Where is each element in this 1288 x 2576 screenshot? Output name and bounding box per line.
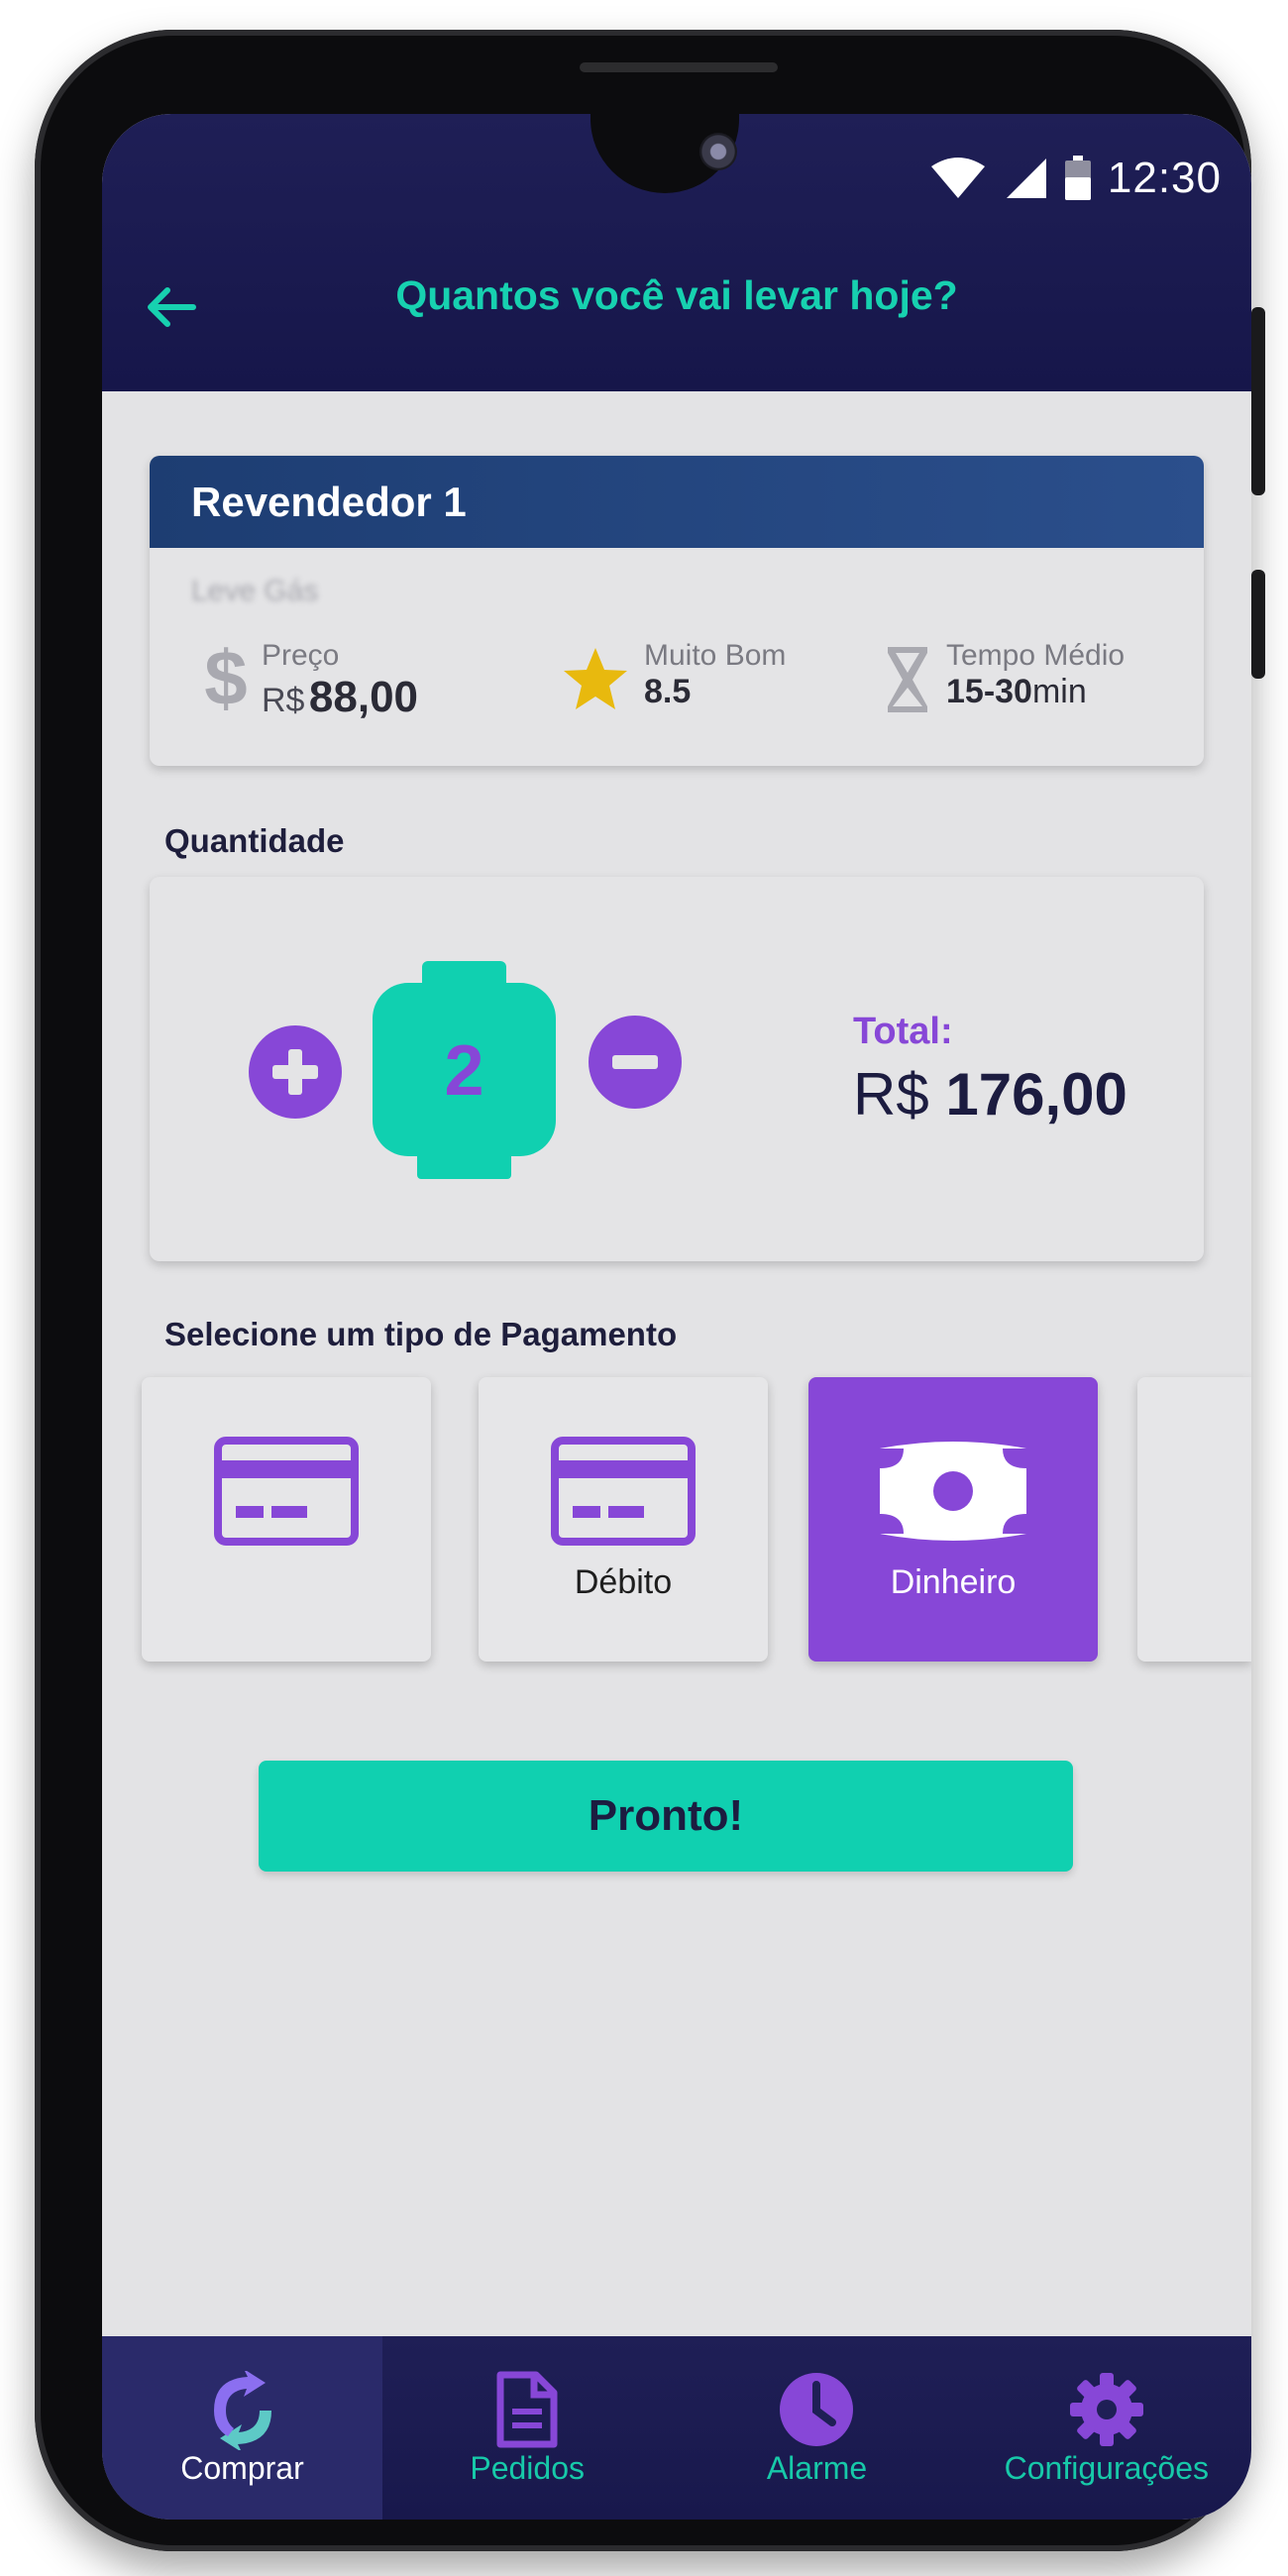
phone-frame: 12:30 Quantos você vai levar hoje? Reven… <box>35 30 1265 2551</box>
rating-label: Muito Bom <box>644 639 787 672</box>
payment-option-more[interactable] <box>1137 1377 1251 1662</box>
payment-option-cash[interactable]: Dinheiro <box>808 1377 1098 1662</box>
decrease-button[interactable] <box>589 1016 682 1109</box>
document-icon <box>496 2371 558 2448</box>
battery-icon <box>1064 156 1091 200</box>
screen: 12:30 Quantos você vai levar hoje? Reven… <box>102 114 1251 2520</box>
payment-section-label: Selecione um tipo de Pagamento <box>164 1316 678 1352</box>
status-time: 12:30 <box>1107 154 1222 202</box>
price-label: Preço <box>262 639 340 672</box>
time-label: Tempo Médio <box>946 639 1126 672</box>
quantity-value: 2 <box>444 1031 484 1111</box>
payment-option-label: Dinheiro <box>890 1563 1017 1601</box>
cash-icon <box>880 1442 1026 1541</box>
plus-icon <box>272 1049 318 1095</box>
wifi-icon <box>930 158 985 198</box>
done-button[interactable]: Pronto! <box>259 1761 1073 1872</box>
gear-icon <box>1069 2373 1143 2446</box>
status-bar: 12:30 <box>929 154 1222 203</box>
time-value: 15-30 <box>946 673 1032 710</box>
quantity-section-label: Quantidade <box>164 822 345 859</box>
clock-icon <box>780 2373 854 2446</box>
rating-info: Muito Bom 8.5 <box>561 639 786 714</box>
nav-label: Alarme <box>766 2450 868 2486</box>
swap-icon <box>213 2371 271 2450</box>
app-bar: 12:30 Quantos você vai levar hoje? <box>102 114 1251 391</box>
total-label: Total: <box>853 1011 953 1052</box>
nav-item-configuracoes[interactable]: Configurações <box>962 2336 1251 2520</box>
nav-label: Configurações <box>1004 2450 1209 2486</box>
nav-label: Comprar <box>180 2450 304 2486</box>
bottom-navigation: Comprar Pedidos Alarme Configurações <box>102 2336 1251 2520</box>
volume-button <box>1251 307 1265 495</box>
payment-option-label: Débito <box>574 1563 673 1601</box>
nav-item-comprar[interactable]: Comprar <box>102 2336 382 2520</box>
time-unit: min <box>1031 673 1087 710</box>
increase-button[interactable] <box>249 1025 342 1119</box>
quantity-card: 2 Total: R$ 176,00 <box>150 877 1204 1261</box>
nav-item-alarme[interactable]: Alarme <box>672 2336 961 2520</box>
nav-label: Pedidos <box>470 2450 585 2486</box>
page-title: Quantos você vai levar hoje? <box>395 272 958 318</box>
debit-card-icon <box>551 1437 696 1546</box>
reseller-name: Revendedor 1 <box>150 456 1204 548</box>
price-info: $ Preço R$ 88,00 <box>204 639 418 722</box>
power-button <box>1251 570 1265 679</box>
payment-option-debit[interactable]: Débito <box>479 1377 768 1662</box>
signal-icon <box>1006 159 1046 198</box>
star-icon <box>564 648 627 709</box>
payment-option-credit[interactable] <box>142 1377 431 1662</box>
total-value: 176,00 <box>945 1061 1127 1127</box>
total-currency: R$ <box>853 1061 929 1127</box>
price-currency: R$ <box>262 682 305 719</box>
reseller-card[interactable]: Revendedor 1 Leve Gás $ Preço R$ 88,00 M… <box>150 456 1204 766</box>
total-amount: R$ 176,00 <box>853 1060 1127 1128</box>
gas-cylinder: 2 <box>373 961 556 1179</box>
rating-value: 8.5 <box>644 673 692 710</box>
speaker-grille <box>580 62 778 72</box>
minus-icon <box>612 1055 658 1069</box>
time-info: Tempo Médio 15-30min <box>883 639 1125 716</box>
price-value: 88,00 <box>308 673 419 721</box>
hourglass-icon <box>888 647 927 712</box>
nav-item-pedidos[interactable]: Pedidos <box>382 2336 672 2520</box>
reseller-subtitle: Leve Gás <box>191 575 319 607</box>
front-camera <box>699 133 737 170</box>
dollar-icon: $ <box>204 639 247 716</box>
svg-text:$: $ <box>204 639 247 716</box>
credit-card-icon <box>214 1437 359 1546</box>
